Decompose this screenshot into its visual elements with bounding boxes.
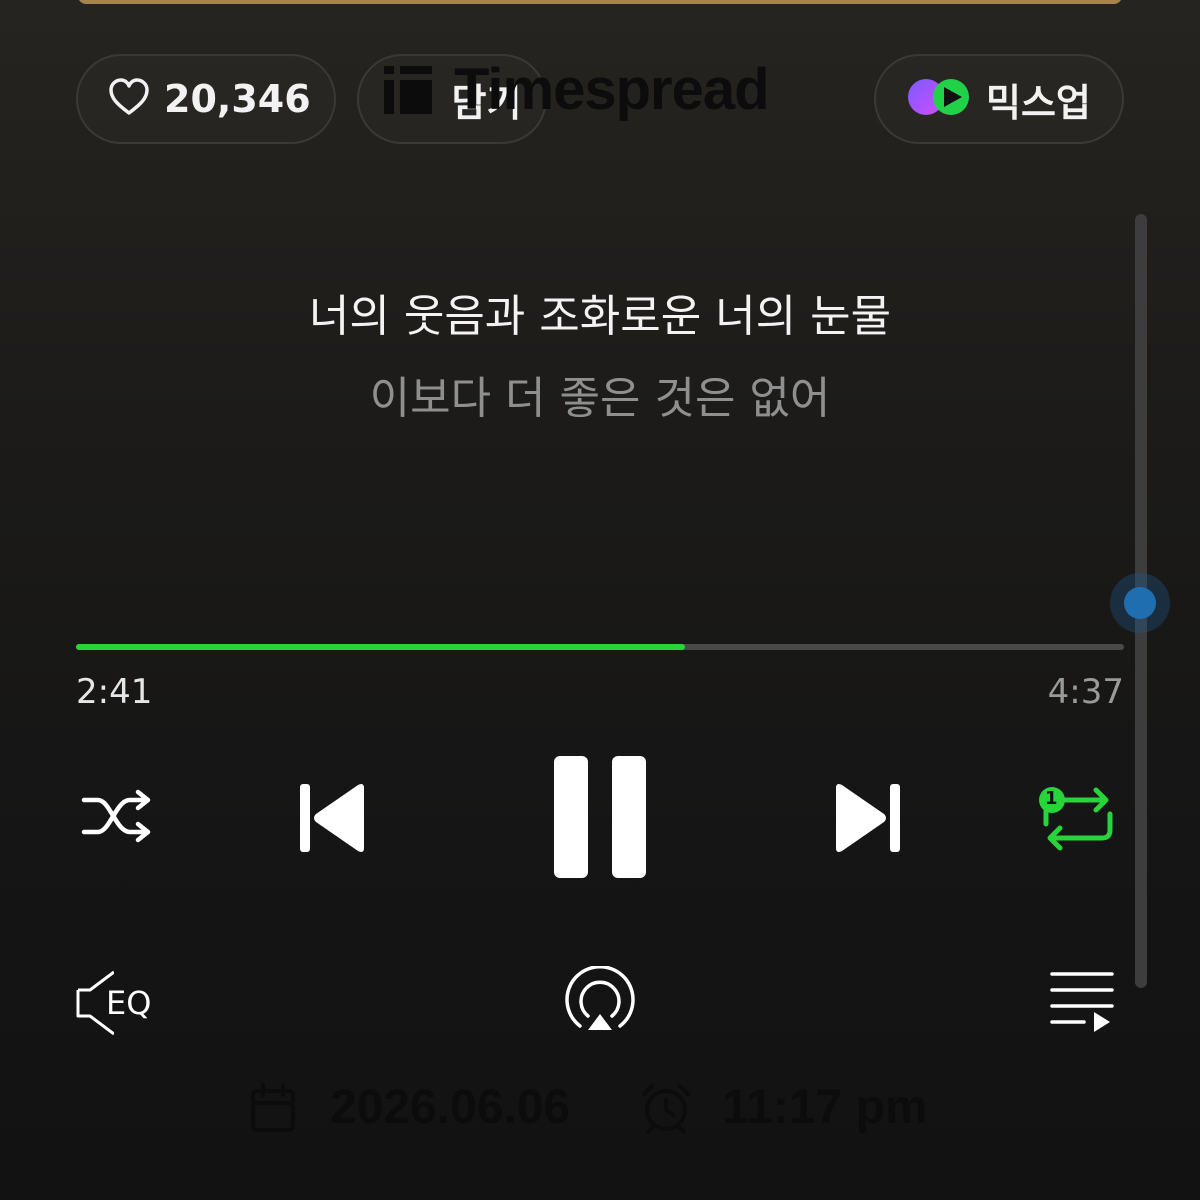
progress-fill	[76, 644, 685, 650]
mixup-label: 믹스업	[986, 80, 1091, 125]
mixup-icon	[906, 76, 972, 122]
shuffle-icon	[80, 786, 154, 850]
scrollbar-thumb[interactable]	[1124, 587, 1156, 619]
pause-button[interactable]	[552, 756, 648, 882]
mixup-button[interactable]: 믹스업	[874, 54, 1124, 144]
next-icon	[832, 780, 902, 860]
next-button[interactable]	[832, 782, 902, 858]
eq-button[interactable]: EQ	[74, 968, 164, 1038]
previous-icon	[298, 780, 368, 860]
heart-icon	[108, 78, 150, 120]
date-text: 2026.06.06	[330, 1081, 571, 1134]
shuffle-button[interactable]	[80, 786, 154, 850]
airplay-icon	[562, 965, 638, 1040]
time-item: 11:17 pm	[640, 1080, 928, 1135]
airplay-button[interactable]	[562, 965, 638, 1040]
date-item: 2026.06.06	[250, 1080, 570, 1135]
total-time: 4:37	[1047, 672, 1124, 712]
watermark: Timespread	[384, 56, 770, 123]
watermark-logo	[384, 65, 432, 114]
alarm-clock-icon	[640, 1082, 692, 1134]
eq-label: EQ	[106, 984, 152, 1022]
like-count: 20,346	[164, 77, 311, 121]
playlist-button[interactable]	[1050, 972, 1114, 1034]
repeat-one-icon: 1	[1036, 784, 1118, 854]
eq-icon: EQ	[74, 968, 164, 1038]
pause-icon	[552, 754, 648, 884]
playlist-icon	[1050, 970, 1114, 1036]
elapsed-time: 2:41	[76, 672, 153, 712]
like-button[interactable]: 20,346	[76, 54, 336, 144]
timestamp-overlay: 2026.06.06 11:17 pm	[250, 1080, 928, 1135]
repeat-one-button[interactable]: 1	[1036, 784, 1118, 854]
progress-bar[interactable]	[76, 644, 1124, 650]
album-art-edge	[78, 0, 1122, 4]
time-text: 11:17 pm	[722, 1081, 928, 1134]
previous-button[interactable]	[298, 782, 368, 858]
lyric-current-line[interactable]: 너의 웃음과 조화로운 너의 눈물	[0, 280, 1200, 344]
calendar-icon	[250, 1082, 296, 1133]
watermark-text: Timespread	[454, 57, 770, 122]
repeat-one-badge: 1	[1045, 788, 1058, 809]
lyric-next-line[interactable]: 이보다 더 좋은 것은 없어	[0, 362, 1200, 426]
